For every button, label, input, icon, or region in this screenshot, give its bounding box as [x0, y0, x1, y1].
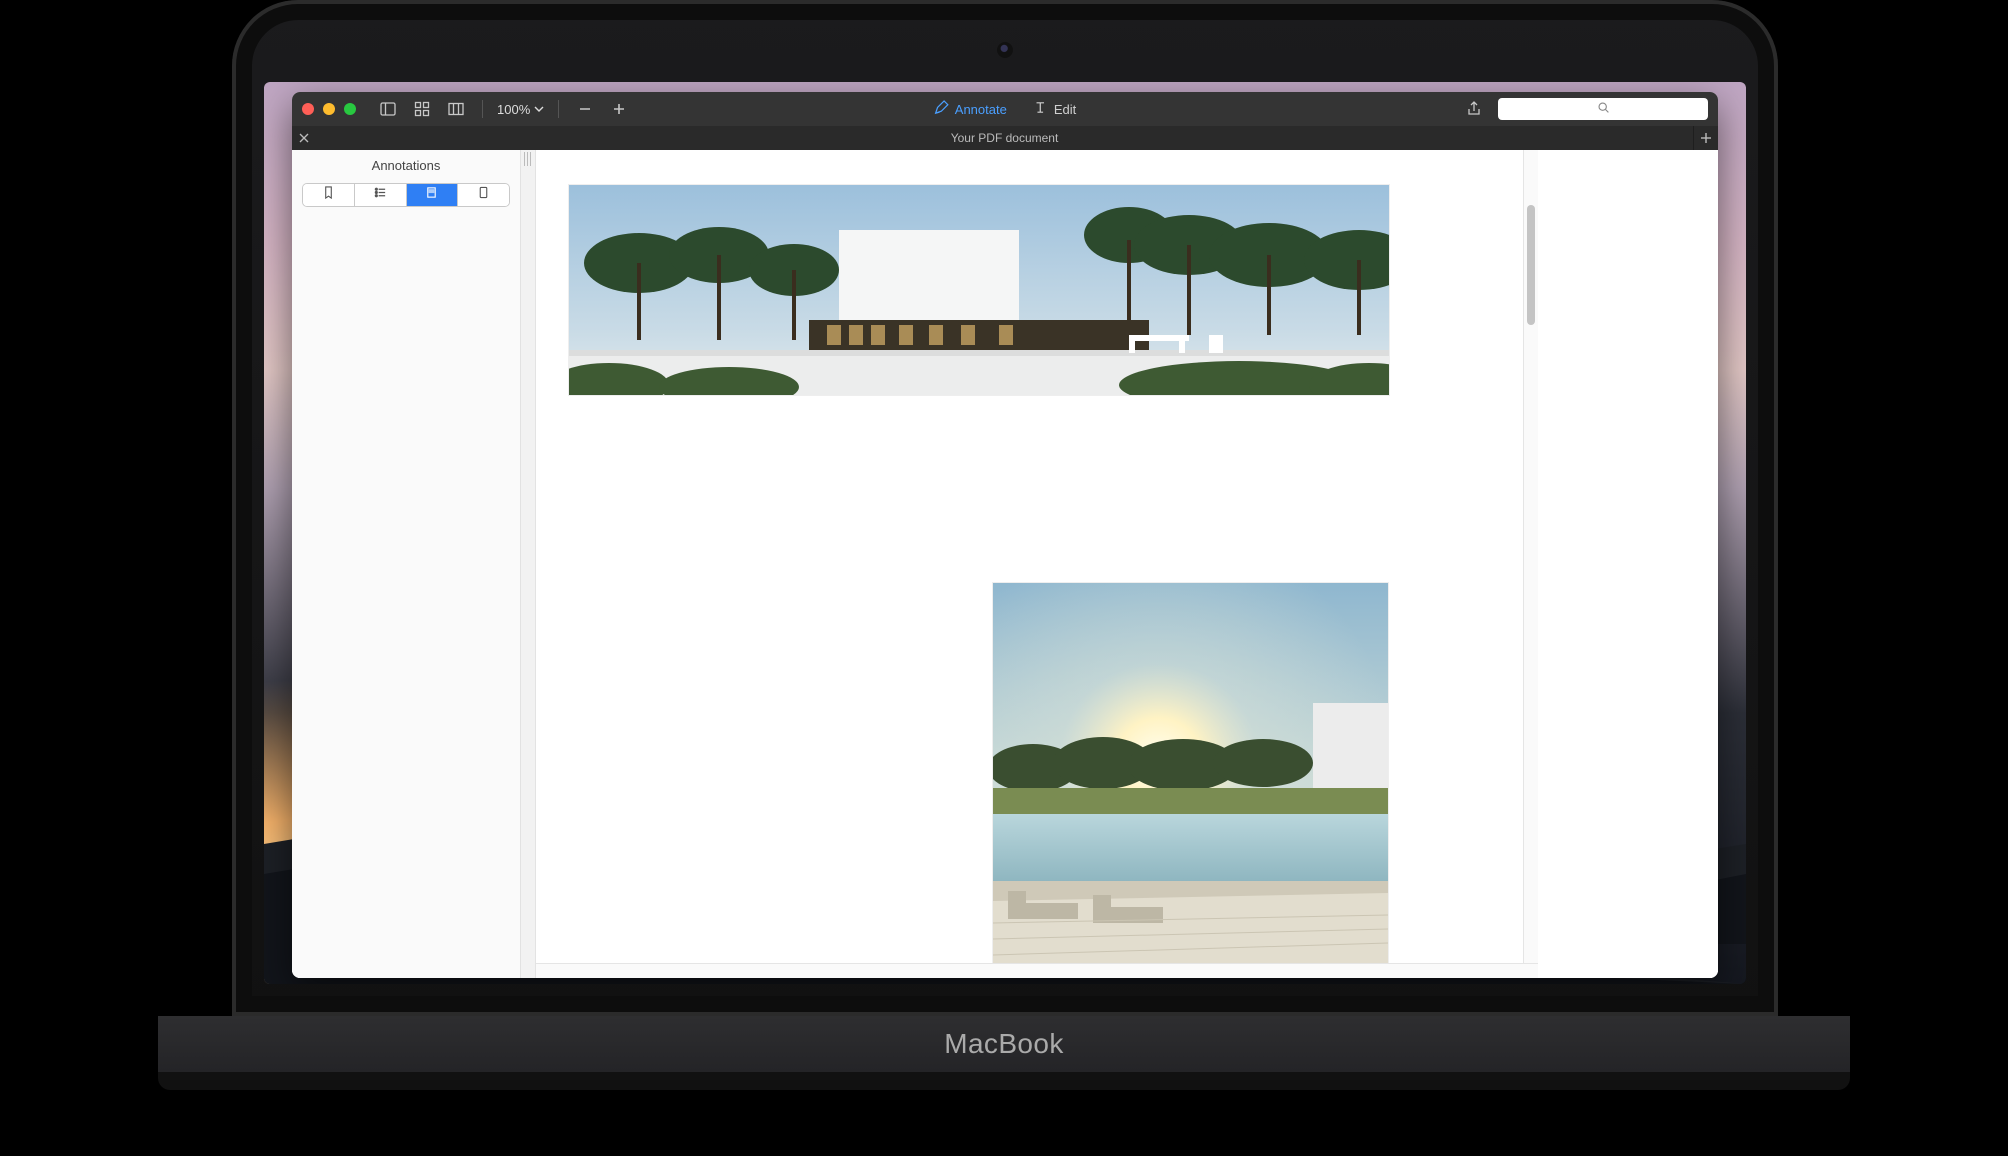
- camera-dot: [997, 42, 1013, 58]
- chevron-down-icon: [534, 102, 544, 117]
- tab-close-button[interactable]: [292, 126, 316, 150]
- text-cursor-icon: [1033, 100, 1048, 118]
- laptop-brand-label: MacBook: [944, 1028, 1064, 1059]
- add-tab-button[interactable]: [1693, 126, 1718, 150]
- ruler-gutter[interactable]: [521, 150, 536, 978]
- vertical-scrollbar[interactable]: [1523, 150, 1538, 964]
- window-controls: [302, 103, 356, 115]
- sidebar-toggle-button[interactable]: [376, 98, 400, 120]
- pdf-page: [548, 150, 1518, 978]
- screen: 100%: [264, 82, 1746, 984]
- zoom-control[interactable]: 100%: [497, 102, 544, 117]
- window-fullscreen-button[interactable]: [344, 103, 356, 115]
- sidebar-view-outline[interactable]: [354, 184, 406, 206]
- sidebar-title: Annotations: [292, 150, 520, 179]
- tab-bar: Your PDF document: [292, 126, 1718, 150]
- annotate-label: Annotate: [955, 102, 1007, 117]
- window-minimize-button[interactable]: [323, 103, 335, 115]
- grid-view-button[interactable]: [410, 98, 434, 120]
- toolbar: 100%: [292, 92, 1718, 126]
- page-layout-button[interactable]: [444, 98, 468, 120]
- laptop-base: [158, 1072, 1850, 1090]
- right-blank-panel: [1537, 150, 1718, 978]
- search-input[interactable]: [1498, 98, 1708, 120]
- horizontal-scrollbar[interactable]: [536, 963, 1538, 978]
- list-icon: [374, 186, 387, 204]
- sidebar-view-bookmarks[interactable]: [303, 184, 354, 206]
- gutter-grip-icon: [524, 152, 532, 166]
- sidebar-view-segmented-control: [302, 183, 510, 207]
- edit-label: Edit: [1054, 102, 1076, 117]
- toolbar-separator: [558, 100, 559, 118]
- tab-title: Your PDF document: [951, 131, 1059, 145]
- search-icon: [1597, 101, 1610, 117]
- document-area: [521, 150, 1718, 978]
- sidebar-view-thumbnails[interactable]: [457, 184, 509, 206]
- zoom-level-label: 100%: [497, 102, 530, 117]
- content-image-top: [568, 184, 1390, 396]
- bookmark-icon: [322, 186, 335, 204]
- sidebar-panel: Annotations: [292, 150, 521, 978]
- scrollbar-thumb[interactable]: [1527, 205, 1535, 325]
- zoom-in-button[interactable]: [607, 98, 631, 120]
- app-body: Annotations: [292, 150, 1718, 978]
- pencil-icon: [934, 100, 949, 118]
- sidebar-view-annotations[interactable]: [406, 184, 458, 206]
- toolbar-separator: [482, 100, 483, 118]
- zoom-out-button[interactable]: [573, 98, 597, 120]
- annotate-mode-button[interactable]: Annotate: [934, 100, 1007, 118]
- edit-mode-button[interactable]: Edit: [1033, 100, 1076, 118]
- content-image-bottom: [992, 582, 1389, 968]
- document-viewport[interactable]: [536, 150, 1718, 978]
- highlight-icon: [425, 186, 438, 204]
- pdf-app-window: 100%: [292, 92, 1718, 978]
- window-close-button[interactable]: [302, 103, 314, 115]
- laptop-brand-strip: MacBook: [158, 1016, 1850, 1072]
- mode-switcher: Annotate Edit: [934, 100, 1076, 118]
- page-icon: [477, 186, 490, 204]
- share-button[interactable]: [1462, 98, 1486, 120]
